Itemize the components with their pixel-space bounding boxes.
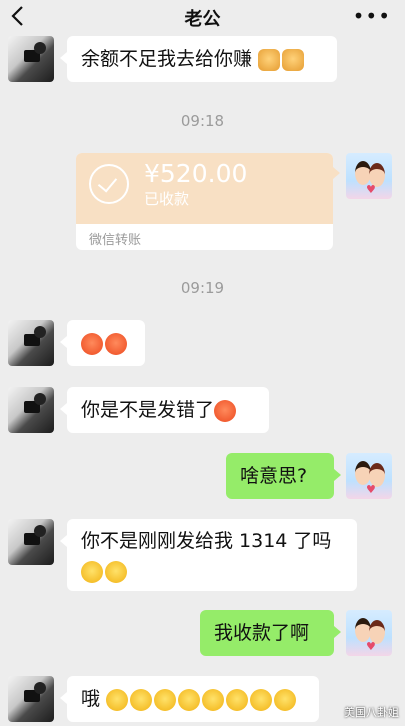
laughing-face-emoji [130,688,153,711]
incoming-message[interactable]: 余额不足我去给你赚 [60,36,337,82]
laughing-face-emoji [202,688,225,711]
incoming-message[interactable]: 哦 [60,676,319,722]
incoming-message[interactable] [60,320,145,366]
outgoing-message[interactable]: 我收款了啊 [200,610,341,656]
message-text: 你是不是发错了 [81,399,215,421]
incoming-message[interactable]: 你不是刚刚发给我 1314 了吗 [60,519,357,591]
contact-avatar[interactable] [8,676,54,722]
message-text: 余额不足我去给你赚 [81,48,253,70]
more-dots-icon[interactable]: ••• [353,4,391,28]
laughing-face-emoji [106,688,129,711]
transfer-amount: ¥520.00 [144,159,248,188]
chat-title: 老公 [184,9,221,30]
contact-avatar[interactable] [8,36,54,82]
contact-avatar[interactable] [8,387,54,433]
laughing-face-emoji [274,688,297,711]
laughing-face-emoji [250,688,273,711]
check-circle-icon [89,164,129,204]
my-avatar[interactable]: ♥ [346,610,392,656]
timestamp: 09:19 [180,279,225,297]
laughing-face-emoji [154,688,177,711]
outgoing-message[interactable]: 啥意思? [226,453,341,499]
contact-avatar[interactable] [8,519,54,565]
my-avatar[interactable]: ♥ [346,453,392,499]
transfer-status: 已收款 [144,190,190,208]
contact-avatar[interactable] [8,320,54,366]
laughing-face-emoji [226,688,249,711]
angry-face-emoji [81,332,103,355]
chat-header: 老公 ••• [0,0,405,32]
transfer-card[interactable]: ¥520.00 已收款 微信转账 [76,153,333,250]
message-text: 你不是刚刚发给我 1314 了吗 [81,530,332,552]
my-avatar[interactable]: ♥ [346,153,392,199]
laughing-face-emoji [178,688,201,711]
laughing-face-emoji [105,560,127,583]
transfer-tail [333,167,340,179]
message-text: 我收款了啊 [214,622,310,644]
message-text: 啥意思? [240,465,308,487]
transfer-label: 微信转账 [89,233,142,248]
timestamp: 09:18 [180,112,225,130]
message-text: 哦 [81,688,101,710]
fist-emoji [258,48,281,71]
laughing-face-emoji [81,560,103,583]
incoming-message[interactable]: 你是不是发错了 [60,387,269,433]
angry-face-emoji [214,399,237,422]
angry-face-emoji [105,332,127,355]
watermark: 美国八卦姐 [344,706,399,719]
fist-emoji [282,48,305,71]
